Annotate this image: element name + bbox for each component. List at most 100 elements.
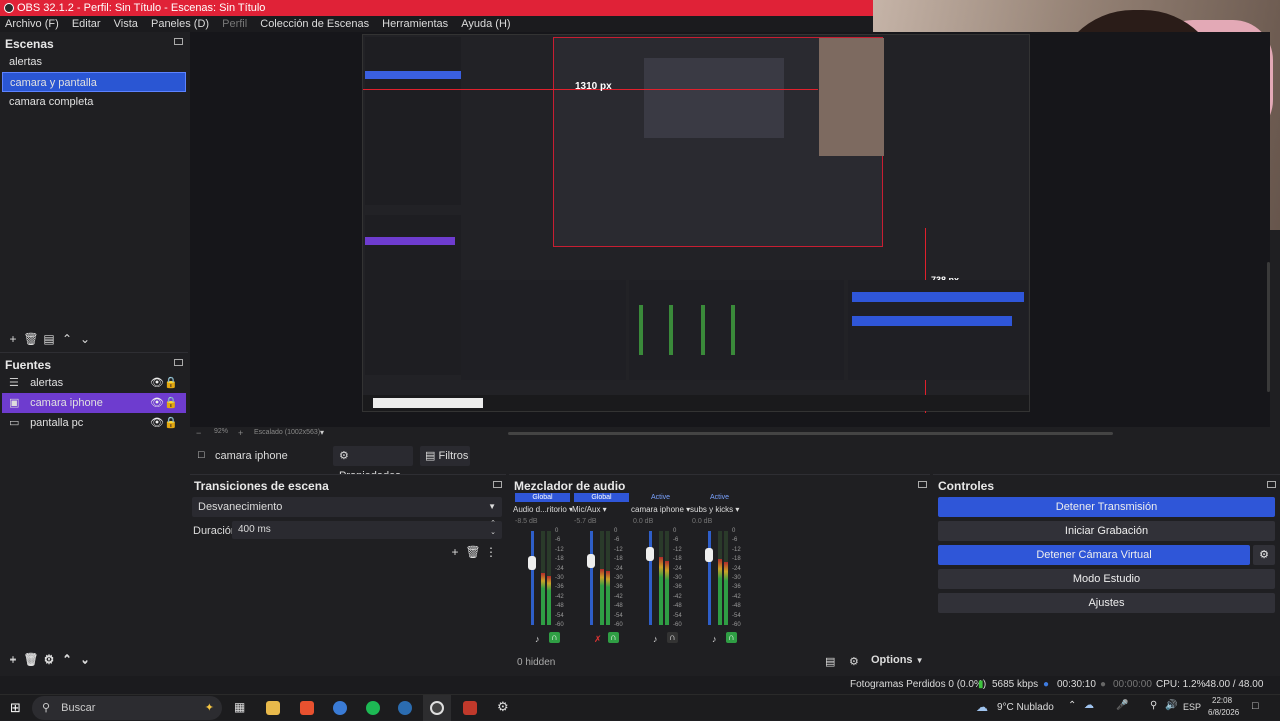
visibility-eye-icon[interactable]: 👁	[150, 393, 164, 413]
add-source-bottom-button[interactable]: +	[4, 652, 22, 666]
file-explorer-icon[interactable]	[266, 701, 280, 715]
zoom-out-button[interactable]: −	[196, 428, 201, 438]
stop-virtual-camera-button[interactable]: Detener Cámara Virtual	[938, 545, 1250, 565]
mixer-options-button[interactable]: Options ▼	[871, 654, 924, 666]
add-transition-button[interactable]: +	[446, 545, 464, 559]
sources-undock-icon[interactable]	[174, 359, 183, 366]
notifications-icon[interactable]: □	[1252, 700, 1259, 712]
virtual-camera-settings-button[interactable]: ⚙	[1253, 545, 1275, 565]
volume-fader-track[interactable]	[531, 531, 534, 625]
preview-horizontal-scrollbar[interactable]	[508, 432, 1113, 435]
meter-scale-tick: -24	[614, 566, 623, 572]
add-scene-button[interactable]: +	[4, 332, 22, 346]
menu-ayuda[interactable]: Ayuda (H)	[461, 18, 510, 30]
channel-name[interactable]: Audio d...ritorio ▾	[513, 505, 572, 514]
mute-speaker-icon[interactable]: ✗	[594, 634, 602, 645]
lock-icon[interactable]: 🔒	[164, 393, 178, 413]
volume-fader-handle[interactable]	[646, 547, 654, 561]
channel-name[interactable]: subs y kicks ▾	[690, 505, 749, 514]
remove-scene-button[interactable]: 🗑	[22, 332, 40, 346]
volume-fader-handle[interactable]	[587, 554, 595, 568]
audio-undock-icon[interactable]	[918, 481, 927, 488]
lock-icon[interactable]: 🔒	[164, 373, 178, 393]
volume-fader-handle[interactable]	[528, 556, 536, 570]
menu-paneles[interactable]: Paneles (D)	[151, 18, 209, 30]
stop-stream-button[interactable]: Detener Transmisión	[938, 497, 1275, 517]
transition-select[interactable]: Desvanecimiento ▼	[192, 497, 502, 517]
menu-vista[interactable]: Vista	[114, 18, 138, 30]
scenes-undock-icon[interactable]	[174, 38, 183, 45]
monitor-headphones-icon[interactable]: ∩	[608, 632, 619, 643]
source-item-camara-iphone[interactable]: ▣ camara iphone 👁 🔒	[2, 393, 186, 413]
transitions-undock-icon[interactable]	[493, 481, 502, 488]
clock-date[interactable]: 6/8/2026	[1208, 708, 1239, 717]
volume-fader-track[interactable]	[649, 531, 652, 625]
chrome-icon[interactable]	[333, 701, 347, 715]
channel-name[interactable]: camara iphone ▾	[631, 505, 690, 514]
lock-icon[interactable]: 🔒	[164, 413, 178, 433]
nested-preview-inner	[644, 58, 784, 138]
visibility-eye-icon[interactable]: 👁	[150, 413, 164, 433]
windows-start-icon[interactable]: ⊞	[10, 700, 21, 716]
clock-time[interactable]: 22:08	[1212, 696, 1232, 705]
scene-item-camara-completa[interactable]: camara completa	[2, 92, 186, 112]
filters-button[interactable]: ▤ Filtros	[420, 446, 470, 466]
scene-move-down-button[interactable]: ⌄	[76, 332, 94, 346]
properties-button[interactable]: ⚙ Propiedades	[333, 446, 413, 482]
task-view-icon[interactable]: ▦	[234, 700, 245, 714]
settings-taskbar-icon[interactable]: ⚙	[497, 699, 509, 715]
mixer-settings-icon[interactable]: ⚙	[849, 655, 859, 668]
app-blue-icon[interactable]	[398, 701, 412, 715]
settings-button[interactable]: Ajustes	[938, 593, 1275, 613]
meter-scale-tick: -24	[673, 566, 682, 572]
source-up-bottom-button[interactable]: ⌃	[58, 652, 76, 666]
menu-herramientas[interactable]: Herramientas	[382, 18, 448, 30]
preview-canvas[interactable]: 1310 px 738 px − 92% + Escalado (1002x56…	[190, 32, 1270, 438]
spotify-icon[interactable]	[366, 701, 380, 715]
taskbar-search-box[interactable]: ⚲ Buscar ✦	[32, 696, 222, 720]
stepper-icon[interactable]: ⌃ ⌄	[490, 519, 496, 537]
start-recording-button[interactable]: Iniciar Grabación	[938, 521, 1275, 541]
zoom-in-button[interactable]: +	[238, 428, 243, 438]
transitions-dock: Transiciones de escena Desvanecimiento ▼…	[190, 474, 506, 670]
duration-field[interactable]: 400 ms ⌃ ⌄	[232, 519, 502, 539]
volume-fader-handle[interactable]	[705, 548, 713, 562]
scene-item-camara-y-pantalla[interactable]: camara y pantalla	[2, 72, 186, 92]
source-settings-bottom-button[interactable]: ⚙	[40, 652, 58, 666]
scene-item-alertas[interactable]: alertas	[2, 52, 186, 72]
menu-perfil[interactable]: Perfil	[222, 18, 247, 30]
language-indicator[interactable]: ESP	[1183, 702, 1201, 712]
source-down-bottom-button[interactable]: ⌄	[76, 652, 94, 666]
app-red-icon[interactable]	[463, 701, 477, 715]
scene-move-up-button[interactable]: ⌃	[58, 332, 76, 346]
scene-filters-button[interactable]: ▤	[40, 332, 58, 346]
mixer-layout-icon[interactable]: ▤	[825, 655, 835, 668]
visibility-eye-icon[interactable]: 👁	[150, 373, 164, 393]
mute-speaker-icon[interactable]: ♪	[653, 634, 658, 644]
level-meter-fill	[547, 576, 551, 625]
menu-coleccion-escenas[interactable]: Colección de Escenas	[260, 18, 369, 30]
scale-dropdown-icon[interactable]: ▾	[320, 428, 324, 437]
mute-speaker-icon[interactable]: ♪	[712, 634, 717, 644]
source-item-pantalla-pc[interactable]: ▭ pantalla pc 👁 🔒	[2, 413, 186, 433]
tray-volume-icon[interactable]: 🔊	[1165, 700, 1177, 711]
remove-source-bottom-button[interactable]: 🗑	[22, 652, 40, 666]
studio-mode-button[interactable]: Modo Estudio	[938, 569, 1275, 589]
transition-menu-button[interactable]: ⋮	[482, 545, 500, 559]
volume-fader-track[interactable]	[590, 531, 593, 625]
mute-speaker-icon[interactable]: ♪	[535, 634, 540, 644]
channel-name[interactable]: Mic/Aux ▾	[572, 505, 631, 514]
monitor-headphones-icon[interactable]: ∩	[549, 632, 560, 643]
remove-transition-button[interactable]: 🗑	[464, 545, 482, 559]
brave-browser-icon[interactable]	[300, 701, 314, 715]
controls-undock-icon[interactable]	[1267, 481, 1276, 488]
weather-text[interactable]: 9°C Nublado	[997, 702, 1054, 713]
menu-archivo[interactable]: Archivo (F)	[5, 18, 59, 30]
preview-vertical-scrollbar[interactable]	[1267, 262, 1270, 392]
volume-fader-track[interactable]	[708, 531, 711, 625]
monitor-headphones-icon[interactable]: ∩	[667, 632, 678, 643]
source-item-alertas[interactable]: ☰ alertas 👁 🔒	[2, 373, 186, 393]
monitor-headphones-icon[interactable]: ∩	[726, 632, 737, 643]
tray-overflow-icon[interactable]: ⌃	[1068, 700, 1076, 711]
menu-editar[interactable]: Editar	[72, 18, 101, 30]
